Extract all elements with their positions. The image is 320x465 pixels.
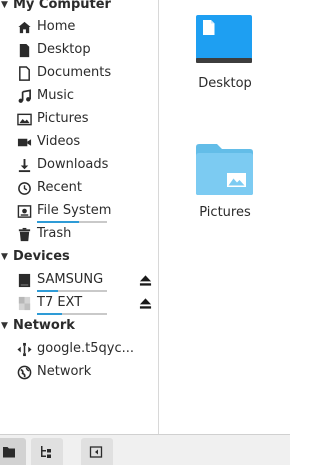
desktop-folder-icon: [195, 14, 255, 70]
network-icon: [17, 365, 32, 380]
sidebar-item-documents[interactable]: Documents: [0, 62, 158, 85]
drive-icon: [17, 204, 32, 219]
eject-icon[interactable]: [139, 297, 152, 310]
places-toggle-icon: [3, 447, 15, 458]
close-sidebar-icon: [89, 446, 103, 458]
sidebar-item-music[interactable]: Music: [0, 85, 158, 108]
pictures-icon: [17, 112, 32, 127]
sidebar-item-videos[interactable]: Videos: [0, 131, 158, 154]
disk-usage-bar: [37, 313, 107, 315]
close-sidebar-button[interactable]: [81, 438, 113, 465]
file-item-desktop[interactable]: Desktop: [184, 14, 266, 91]
network-share-icon: [17, 342, 32, 357]
chevron-down-icon[interactable]: ▼: [1, 316, 8, 336]
documents-icon: [17, 66, 32, 81]
sidebar-item-network[interactable]: Network: [0, 361, 158, 384]
music-icon: [17, 89, 32, 104]
recent-icon: [17, 181, 32, 196]
trash-icon: [17, 227, 32, 242]
desktop-icon: [17, 43, 32, 58]
section-my-computer[interactable]: ▼ My Computer: [0, 0, 158, 15]
file-name: Desktop: [198, 76, 252, 91]
eject-icon[interactable]: [139, 274, 152, 287]
sidebar-item-recent[interactable]: Recent: [0, 177, 158, 200]
tree-view-button[interactable]: [31, 438, 63, 465]
sidebar-item-downloads[interactable]: Downloads: [0, 154, 158, 177]
sidebar-item-pictures[interactable]: Pictures: [0, 108, 158, 131]
file-view[interactable]: Desktop Pictures: [159, 0, 290, 434]
chevron-down-icon[interactable]: ▼: [1, 247, 8, 267]
pictures-folder-icon: [195, 143, 255, 199]
file-item-pictures[interactable]: Pictures: [184, 143, 266, 220]
section-network[interactable]: ▼ Network: [0, 316, 158, 336]
sidebar-item-t7-ext[interactable]: T7 EXT: [0, 292, 158, 315]
sidebar-item-home[interactable]: Home: [0, 16, 158, 39]
places-toggle-button[interactable]: [0, 438, 26, 465]
sidebar-item-desktop[interactable]: Desktop: [0, 39, 158, 62]
disk-usage-fill: [37, 313, 62, 315]
sidebar: ▼ My Computer Home Desktop Documents Mus…: [0, 0, 158, 434]
usb-drive-icon: [17, 273, 32, 288]
sidebar-item-trash[interactable]: Trash: [0, 223, 158, 246]
bottom-toolbar: [0, 434, 290, 465]
downloads-icon: [17, 158, 32, 173]
file-name: Pictures: [199, 205, 251, 220]
section-devices[interactable]: ▼ Devices: [0, 247, 158, 267]
tree-view-icon: [41, 446, 51, 458]
usb-drive-icon: [17, 296, 32, 311]
sidebar-item-samsung[interactable]: SAMSUNG: [0, 269, 158, 292]
sidebar-item-file-system[interactable]: File System: [0, 200, 158, 223]
sidebar-item-google-share[interactable]: google.t5qyc...: [0, 338, 158, 361]
chevron-down-icon[interactable]: ▼: [1, 0, 8, 15]
videos-icon: [17, 135, 32, 150]
home-icon: [17, 20, 32, 35]
